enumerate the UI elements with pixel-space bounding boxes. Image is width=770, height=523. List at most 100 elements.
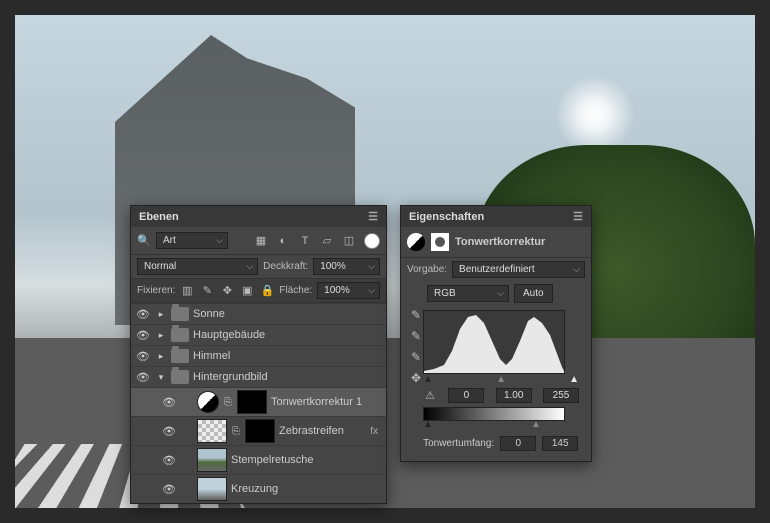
layer-himmel[interactable]: 👁 ▸ Himmel bbox=[131, 345, 386, 366]
fill-value: 100% bbox=[324, 285, 350, 296]
white-point-eyedropper-icon[interactable]: ✎ bbox=[411, 350, 421, 364]
layers-panel-title-bar: Ebenen ☰ bbox=[131, 206, 386, 227]
visibility-icon[interactable]: 👁 bbox=[161, 394, 177, 410]
blend-mode-value: Normal bbox=[144, 261, 176, 272]
shape-filter-icon[interactable]: ▱ bbox=[320, 234, 334, 248]
preset-dropdown[interactable]: Benutzerdefiniert bbox=[452, 261, 585, 278]
layer-label: Stempelretusche bbox=[231, 454, 314, 466]
gamma-slider-handle-icon[interactable]: ▲ bbox=[496, 374, 506, 385]
gray-point-eyedropper-icon[interactable]: ✎ bbox=[411, 329, 421, 343]
link-icon[interactable]: ⎘ bbox=[231, 426, 241, 437]
filter-type-dropdown[interactable]: Art bbox=[156, 232, 228, 249]
adjustment-filter-icon[interactable]: ◐ bbox=[276, 234, 290, 248]
fx-badge[interactable]: fx bbox=[370, 426, 382, 437]
visibility-icon[interactable]: 👁 bbox=[161, 452, 177, 468]
output-range-row: Tonwertumfang: 0 145 bbox=[423, 436, 579, 451]
levels-icon[interactable] bbox=[407, 233, 425, 251]
lock-artboard-icon[interactable]: ▣ bbox=[240, 284, 254, 298]
histogram-area: ▲ ▲ ▲ ⚠ 0 1.00 255 ▲ ▲ Tonwertumfang: 0 … bbox=[421, 306, 585, 455]
auto-button[interactable]: Auto bbox=[514, 284, 553, 303]
layer-label: Tonwertkorrektur 1 bbox=[271, 396, 362, 408]
lock-label: Fixieren: bbox=[137, 285, 175, 296]
blend-row: Normal Deckkraft: 100% bbox=[131, 255, 386, 278]
properties-panel-title: Eigenschaften bbox=[409, 211, 484, 223]
blend-mode-dropdown[interactable]: Normal bbox=[137, 258, 258, 275]
fill-label: Fläche: bbox=[279, 285, 312, 296]
layer-label: Hauptgebäude bbox=[193, 329, 265, 341]
layer-label: Kreuzung bbox=[231, 483, 278, 495]
lock-all-icon[interactable]: 🔒 bbox=[260, 284, 274, 298]
layer-tonwertkorrektur[interactable]: 👁 ⎘ Tonwertkorrektur 1 bbox=[131, 387, 386, 416]
lock-paint-icon[interactable]: ✎ bbox=[200, 284, 214, 298]
opacity-value: 100% bbox=[320, 261, 346, 272]
layer-kreuzung[interactable]: 👁 Kreuzung bbox=[131, 474, 386, 503]
fill-dropdown[interactable]: 100% bbox=[317, 282, 380, 299]
mask-thumb[interactable] bbox=[245, 419, 275, 443]
layer-sonne[interactable]: 👁 ▸ Sonne bbox=[131, 303, 386, 324]
output-white-field[interactable]: 145 bbox=[542, 436, 578, 451]
folder-icon bbox=[171, 370, 189, 384]
sun-flare bbox=[555, 75, 635, 155]
panel-menu-icon[interactable]: ☰ bbox=[573, 210, 583, 223]
chevron-right-icon[interactable]: ▸ bbox=[155, 309, 167, 320]
color-filter-icon[interactable] bbox=[364, 233, 380, 249]
layer-filter-row: 🔍 Art ▦ ◐ T ▱ ◫ bbox=[131, 227, 386, 255]
visibility-icon[interactable]: 👁 bbox=[135, 306, 151, 322]
input-gamma-field[interactable]: 1.00 bbox=[496, 388, 532, 403]
layer-label: Sonne bbox=[193, 308, 225, 320]
visibility-icon[interactable]: 👁 bbox=[135, 327, 151, 343]
preset-value: Benutzerdefiniert bbox=[459, 264, 535, 275]
chevron-down-icon[interactable]: ▾ bbox=[155, 372, 167, 383]
input-slider[interactable]: ▲ ▲ ▲ bbox=[423, 374, 579, 385]
layer-stempelretusche[interactable]: 👁 Stempelretusche bbox=[131, 445, 386, 474]
output-slider[interactable]: ▲ ▲ bbox=[423, 419, 579, 430]
output-black-field[interactable]: 0 bbox=[500, 436, 536, 451]
layer-hauptgebaeude[interactable]: 👁 ▸ Hauptgebäude bbox=[131, 324, 386, 345]
adjustment-header: Tonwertkorrektur bbox=[401, 227, 591, 258]
mask-icon[interactable] bbox=[431, 233, 449, 251]
layer-label: Himmel bbox=[193, 350, 230, 362]
layers-panel-title: Ebenen bbox=[139, 211, 179, 223]
smart-filter-icon[interactable]: ◫ bbox=[342, 234, 356, 248]
visibility-icon[interactable]: 👁 bbox=[161, 481, 177, 497]
output-black-handle-icon[interactable]: ▲ bbox=[423, 419, 433, 430]
lock-position-icon[interactable]: ✥ bbox=[220, 284, 234, 298]
visibility-icon[interactable]: 👁 bbox=[161, 423, 177, 439]
lock-transparent-icon[interactable]: ▥ bbox=[180, 284, 194, 298]
white-slider-handle-icon[interactable]: ▲ bbox=[569, 374, 579, 385]
pixel-filter-icon[interactable]: ▦ bbox=[254, 234, 268, 248]
mask-thumb[interactable] bbox=[237, 390, 267, 414]
properties-panel-title-bar: Eigenschaften ☰ bbox=[401, 206, 591, 227]
clip-warning-icon[interactable]: ⚠ bbox=[423, 388, 437, 402]
input-white-field[interactable]: 255 bbox=[543, 388, 579, 403]
panel-menu-icon[interactable]: ☰ bbox=[368, 210, 378, 223]
layer-thumb bbox=[197, 477, 227, 501]
folder-icon bbox=[171, 307, 189, 321]
black-point-eyedropper-icon[interactable]: ✎ bbox=[411, 308, 421, 322]
layer-zebrastreifen[interactable]: 👁 ⎘ Zebrastreifen fx bbox=[131, 416, 386, 445]
adjustment-thumb-icon bbox=[197, 391, 219, 413]
input-black-field[interactable]: 0 bbox=[448, 388, 484, 403]
sample-eyedropper-icon[interactable]: ✥ bbox=[411, 371, 421, 385]
type-filter-icon[interactable]: T bbox=[298, 234, 312, 248]
opacity-label: Deckkraft: bbox=[263, 261, 308, 272]
preset-row: Vorgabe: Benutzerdefiniert bbox=[401, 258, 591, 281]
black-slider-handle-icon[interactable]: ▲ bbox=[423, 374, 433, 385]
chevron-right-icon[interactable]: ▸ bbox=[155, 351, 167, 362]
channel-dropdown[interactable]: RGB bbox=[427, 285, 509, 302]
layer-thumb bbox=[197, 419, 227, 443]
layer-hintergrundbild[interactable]: 👁 ▾ Hintergrundbild bbox=[131, 366, 386, 387]
folder-icon bbox=[171, 328, 189, 342]
search-icon: 🔍 bbox=[137, 234, 151, 248]
link-icon[interactable]: ⎘ bbox=[223, 397, 233, 408]
visibility-icon[interactable]: 👁 bbox=[135, 369, 151, 385]
layer-label: Zebrastreifen bbox=[279, 425, 344, 437]
preset-label: Vorgabe: bbox=[407, 264, 447, 275]
chevron-right-icon[interactable]: ▸ bbox=[155, 330, 167, 341]
opacity-dropdown[interactable]: 100% bbox=[313, 258, 380, 275]
layer-label: Hintergrundbild bbox=[193, 371, 268, 383]
output-white-handle-icon[interactable]: ▲ bbox=[531, 419, 541, 430]
visibility-icon[interactable]: 👁 bbox=[135, 348, 151, 364]
lock-row: Fixieren: ▥ ✎ ✥ ▣ 🔒 Fläche: 100% bbox=[131, 278, 386, 303]
eyedropper-column: ✎ ✎ ✎ ✥ bbox=[407, 306, 421, 455]
